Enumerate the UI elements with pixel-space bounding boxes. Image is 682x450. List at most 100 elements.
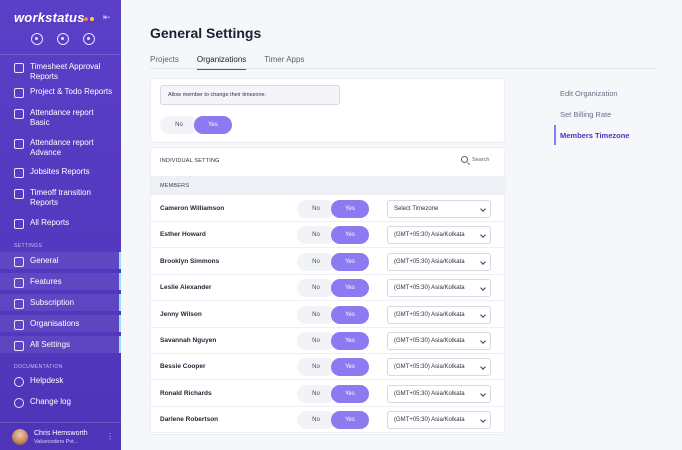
timezone-setting-card: Allow member to change their timezone. N… [150, 78, 505, 143]
member-timezone-toggle: No Yes [297, 200, 369, 218]
member-name: Savannah Nguyen [160, 337, 217, 344]
table-header: INDIVIDUAL SETTING Search [151, 148, 506, 174]
sidebar-item-change-log[interactable]: Change log [0, 397, 121, 408]
sidebar-item-features[interactable]: Features [0, 273, 121, 290]
more-vertical-icon[interactable]: ⋮ [106, 432, 114, 441]
timezone-notice: Allow member to change their timezone. [160, 85, 340, 105]
toggle-no-button[interactable]: No [297, 279, 335, 298]
timezone-select[interactable]: (GMT+05:30) Asia/Kolkata [387, 411, 491, 430]
toggle-yes-button[interactable]: Yes [331, 384, 369, 403]
sidebar-item-project-todo-reports[interactable]: Project & Todo Reports [0, 87, 121, 98]
toggle-no-button[interactable]: No [297, 252, 335, 271]
member-name: Bessie Cooper [160, 363, 206, 371]
timezone-select[interactable]: (GMT+05:30) Asia/Kolkata [387, 226, 491, 245]
documentation-section-label: DOCUMENTATION [14, 364, 63, 370]
timer-icon[interactable] [57, 33, 69, 45]
clock-icon[interactable] [31, 33, 43, 45]
table-row: Leslie Alexander No Yes (GMT+05:30) Asia/Ko… [151, 275, 506, 302]
toggle-yes-button[interactable]: Yes [331, 411, 369, 430]
sidebar-item-helpdesk[interactable]: Helpdesk [0, 376, 121, 387]
sidebar-item-timesheet-approval-reports[interactable]: Timesheet Approval Reports [0, 62, 121, 82]
card-icon [14, 299, 24, 309]
table-row: Ronald Richards No Yes (GMT+05:30) Asia/Kol… [151, 381, 506, 407]
timezone-select[interactable]: (GMT+05:30) Asia/Kolkata [387, 305, 491, 324]
member-name: Leslie Alexander [160, 284, 212, 292]
toggle-yes-button[interactable]: Yes [331, 332, 369, 350]
sidebar-item-all-reports[interactable]: All Reports [0, 218, 121, 229]
sidebar-item-label: Attendance report Basic [30, 108, 94, 127]
sidebar-item-jobsites-reports[interactable]: Jobsites Reports [0, 167, 121, 178]
members-table-card: INDIVIDUAL SETTING Search MEMBERS Camero… [150, 147, 506, 435]
global-timezone-toggle: No Yes [160, 116, 232, 134]
sidebar-item-label: Helpdesk [30, 376, 64, 385]
member-name: Jenny Wilson [160, 310, 202, 318]
timezone-select[interactable]: (GMT+05:30) Asia/Kolkata [387, 332, 491, 350]
page-title: General Settings [150, 25, 262, 41]
chevron-down-icon [480, 364, 486, 371]
sidebar-item-subscription[interactable]: Subscription [0, 294, 121, 311]
org-icon [14, 320, 24, 330]
sidebar-item-timeoff-transition-reports[interactable]: Timeoff transition Reports [0, 188, 121, 208]
sidebar-item-attendance-advance[interactable]: Attendance report Advance [0, 138, 121, 158]
timezone-value: (GMT+05:30) Asia/Kolkata [394, 285, 465, 292]
collapse-sidebar-icon[interactable]: ⇤ [103, 12, 113, 22]
toggle-no-button[interactable]: No [297, 411, 335, 430]
settings-section-label: SETTINGS [14, 243, 43, 249]
toggle-yes-button[interactable]: Yes [331, 252, 369, 271]
avatar [12, 429, 28, 445]
timezone-select[interactable]: (GMT+05:30) Asia/Kolkata [387, 384, 491, 403]
members-label: MEMBERS [160, 183, 190, 189]
sidebar-item-organisations[interactable]: Organisations [0, 315, 121, 332]
sidebar-item-general[interactable]: General [0, 252, 121, 269]
sidebar-item-label: Attendance report Advance [30, 138, 94, 157]
bell-icon[interactable] [83, 33, 95, 45]
toggle-yes-button[interactable]: Yes [331, 279, 369, 298]
report-icon [14, 63, 24, 73]
individual-setting-label: INDIVIDUAL SETTING [160, 158, 220, 164]
table-row: Cameron Williamson No Yes Select Timezone [151, 196, 506, 222]
toggle-yes-button[interactable]: Yes [194, 116, 232, 134]
toggle-no-button[interactable]: No [297, 332, 335, 350]
toggle-yes-button[interactable]: Yes [331, 305, 369, 324]
timezone-value: (GMT+05:30) Asia/Kolkata [394, 364, 465, 371]
timezone-select[interactable]: (GMT+05:30) Asia/Kolkata [387, 279, 491, 298]
member-timezone-toggle: No Yes [297, 252, 369, 271]
timezone-select[interactable]: Select Timezone [387, 200, 491, 218]
timezone-select[interactable]: (GMT+05:30) Asia/Kolkata [387, 358, 491, 377]
timezone-select[interactable]: (GMT+05:30) Asia/Kolkata [387, 252, 491, 271]
chevron-down-icon [480, 417, 486, 424]
active-indicator [554, 125, 556, 145]
logo: workstatus [14, 10, 85, 25]
report-icon [14, 88, 24, 98]
toggle-yes-button[interactable]: Yes [331, 358, 369, 377]
report-icon [14, 219, 24, 229]
member-timezone-toggle: No Yes [297, 384, 369, 403]
member-timezone-toggle: No Yes [297, 305, 369, 324]
nav-members-timezone[interactable]: Members Timezone [560, 131, 629, 140]
chevron-down-icon [480, 232, 486, 239]
nav-edit-organization[interactable]: Edit Organization [560, 89, 618, 98]
search-button[interactable]: Search [461, 156, 489, 163]
timezone-value: (GMT+05:30) Asia/Kolkata [394, 258, 465, 265]
sidebar-item-label: Project & Todo Reports [30, 87, 113, 96]
nav-set-billing-rate[interactable]: Set Billing Rate [560, 110, 611, 119]
sidebar-item-label: All Settings [30, 340, 71, 349]
toggle-no-button[interactable]: No [297, 226, 335, 245]
toggle-no-button[interactable]: No [160, 116, 198, 134]
table-row: Bessie Cooper No Yes (GMT+05:30) Asia/Kolka… [151, 354, 506, 381]
user-org: Valuecoders Pvt... [34, 439, 79, 445]
toggle-yes-button[interactable]: Yes [331, 200, 369, 218]
sidebar-item-attendance-basic[interactable]: Attendance report Basic [0, 108, 121, 128]
timezone-value: (GMT+05:30) Asia/Kolkata [394, 311, 465, 318]
toggle-no-button[interactable]: No [297, 200, 335, 218]
toggle-no-button[interactable]: No [297, 384, 335, 403]
sidebar: workstatus ⇤ Timesheet Approval Reports … [0, 0, 121, 450]
member-name: Ronald Richards [160, 389, 212, 397]
toggle-no-button[interactable]: No [297, 305, 335, 324]
logo-dots [84, 17, 94, 21]
toggle-yes-button[interactable]: Yes [331, 226, 369, 245]
toggle-no-button[interactable]: No [297, 358, 335, 377]
chevron-down-icon [480, 311, 486, 318]
user-profile[interactable]: Chris Hemsworth Valuecoders Pvt... ⋮ [0, 422, 121, 450]
sidebar-item-all-settings[interactable]: All Settings [0, 336, 121, 353]
